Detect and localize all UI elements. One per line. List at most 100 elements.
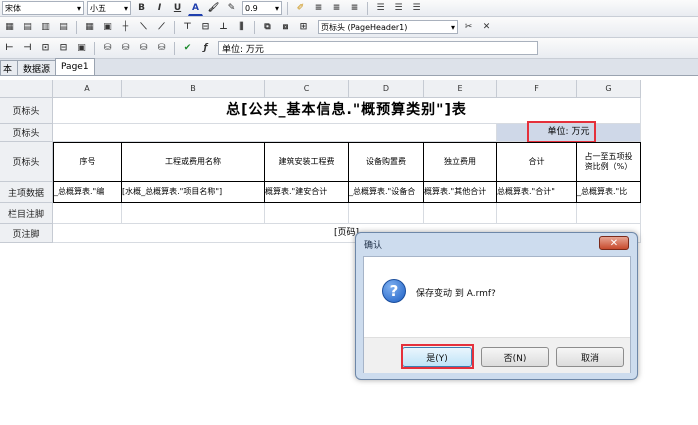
align-center-icon[interactable]: ≡ (329, 1, 344, 16)
data-cell-index[interactable]: _总概算表."编 (53, 182, 122, 203)
border-all-icon[interactable]: ▦ (82, 20, 97, 35)
diagonal-down-icon[interactable]: ⟍ (136, 20, 151, 35)
italic-button[interactable]: I (152, 1, 167, 16)
field-icon[interactable]: ⛁ (118, 41, 133, 56)
align-middle-icon[interactable]: ⊟ (198, 20, 213, 35)
chevron-down-icon: ▾ (76, 3, 81, 13)
header-cell-total[interactable]: 合计 (497, 142, 577, 182)
footer-cell[interactable] (265, 203, 349, 224)
align-bottom-icon[interactable]: ⊥ (216, 20, 231, 35)
font-size-select[interactable]: 小五 ▾ (87, 1, 131, 15)
confirm-dialog: 确认 ✕ ? 保存变动 到 A.rmf? 是(Y) 否(N) 取消 (355, 232, 638, 380)
tab-page1[interactable]: Page1 (55, 58, 95, 75)
align-right-icon[interactable]: ≡ (347, 1, 362, 16)
separator (76, 20, 77, 34)
merge-icon[interactable]: ⊡ (38, 41, 53, 56)
header-cell-independent[interactable]: 独立费用 (424, 142, 497, 182)
font-color-icon[interactable]: A (188, 1, 203, 16)
border-left-icon[interactable]: ▤ (20, 20, 35, 35)
section-select[interactable]: 页标头 (PageHeader1) ▾ (318, 20, 458, 34)
data-cell-independent[interactable]: 概算表."其他合计 (424, 182, 497, 203)
align-top-icon[interactable]: ⊤ (180, 20, 195, 35)
align-left-icon[interactable]: ≡ (311, 1, 326, 16)
chevron-down-icon: ▾ (274, 3, 279, 13)
send-back-icon[interactable]: ⧈ (278, 20, 293, 35)
row-label-page-header-3[interactable]: 页标头 (0, 142, 53, 182)
no-button[interactable]: 否(N) (481, 347, 549, 367)
valign-middle-icon[interactable]: ☰ (391, 1, 406, 16)
footer-cell[interactable] (53, 203, 122, 224)
footer-cell[interactable] (577, 203, 641, 224)
valign-bottom-icon[interactable]: ☰ (409, 1, 424, 16)
blank-cell[interactable] (53, 124, 497, 142)
header-cell-project-name[interactable]: 工程或费用名称 (122, 142, 265, 182)
border-right-icon[interactable]: ▤ (56, 20, 71, 35)
column-header-b[interactable]: B (122, 80, 265, 98)
row-label-column-footer[interactable]: 栏目注脚 (0, 203, 53, 224)
format-icon[interactable]: ▣ (74, 41, 89, 56)
fill-color-icon[interactable]: 🖌 (206, 1, 221, 16)
header-cell-index[interactable]: 序号 (53, 142, 122, 182)
footer-cell[interactable] (122, 203, 265, 224)
highlight-pen-icon[interactable]: ✐ (293, 1, 308, 16)
data-cell-construction[interactable]: 概算表."建安合计 (265, 182, 349, 203)
database-icon[interactable]: ⛁ (100, 41, 115, 56)
border-box-icon[interactable]: ▣ (100, 20, 115, 35)
bring-front-icon[interactable]: ⧉ (260, 20, 275, 35)
line-color-icon[interactable]: ✎ (224, 1, 239, 16)
distribute-icon[interactable]: ⫼ (234, 20, 249, 35)
cut-icon[interactable]: ✂ (461, 20, 476, 35)
footer-cell[interactable] (424, 203, 497, 224)
column-header-f[interactable]: F (497, 80, 577, 98)
close-button[interactable]: ✕ (599, 236, 629, 250)
close-icon[interactable]: ✕ (479, 20, 494, 35)
header-cell-ratio[interactable]: 占一至五项投资比例（%） (577, 142, 641, 182)
data-cell-equipment[interactable]: _总概算表."设备合 (349, 182, 424, 203)
insert-row-icon[interactable]: ⊢ (2, 41, 17, 56)
header-cell-equipment[interactable]: 设备购置费 (349, 142, 424, 182)
cancel-button[interactable]: 取消 (556, 347, 624, 367)
data-cell-ratio[interactable]: _总概算表."比 (577, 182, 641, 203)
header-cell-construction[interactable]: 建筑安装工程费 (265, 142, 349, 182)
footer-cell[interactable] (349, 203, 424, 224)
row-label-page-header-2[interactable]: 页标头 (0, 124, 53, 142)
column-header-g[interactable]: G (577, 80, 641, 98)
column-header-a[interactable]: A (53, 80, 122, 98)
row-label-page-footer[interactable]: 页注脚 (0, 224, 53, 243)
table-icon[interactable]: ⛁ (136, 41, 151, 56)
split-icon[interactable]: ⊟ (56, 41, 71, 56)
tab-report[interactable]: 本 (0, 60, 19, 75)
sheet-tabs: 本 数据源 Page1 (0, 58, 698, 76)
data-cell-project-name[interactable]: [水概_总概算表."项目名称"] (122, 182, 265, 203)
chart-icon[interactable]: ⛁ (154, 41, 169, 56)
insert-col-icon[interactable]: ⊣ (20, 41, 35, 56)
column-header-e[interactable]: E (424, 80, 497, 98)
column-header-d[interactable]: D (349, 80, 424, 98)
function-icon[interactable]: ƒ (198, 41, 213, 56)
format-toolbar: 宋体 ▾ 小五 ▾ B I U A 🖌 ✎ 0.9 ▾ ✐ ≡ ≡ ≡ ☰ ☰ ☰ (0, 0, 698, 17)
underline-button[interactable]: U (170, 1, 185, 16)
group-icon[interactable]: ⊞ (296, 20, 311, 35)
font-name-select[interactable]: 宋体 ▾ (2, 1, 84, 15)
footer-cell[interactable] (497, 203, 577, 224)
separator (174, 41, 175, 55)
valign-top-icon[interactable]: ☰ (373, 1, 388, 16)
border-inner-icon[interactable]: ▥ (38, 20, 53, 35)
formula-input[interactable]: 单位: 万元 (218, 41, 538, 55)
chevron-down-icon: ▾ (450, 22, 455, 32)
diagonal-up-icon[interactable]: ⟋ (154, 20, 169, 35)
highlight-box (527, 121, 596, 143)
data-cell-total[interactable]: 总概算表."合计" (497, 182, 577, 203)
separator (94, 41, 95, 55)
line-width-select[interactable]: 0.9 ▾ (242, 1, 282, 15)
tab-datasource[interactable]: 数据源 (17, 60, 57, 75)
grid-icon[interactable]: ▦ (2, 20, 17, 35)
confirm-icon[interactable]: ✔ (180, 41, 195, 56)
bold-button[interactable]: B (134, 1, 149, 16)
column-header-c[interactable]: C (265, 80, 349, 98)
border-cross-icon[interactable]: ┼ (118, 20, 133, 35)
row-label-main-data[interactable]: 主项数据 (0, 182, 53, 203)
report-title: 总[公共_基本信息."概预算类别"]表 (226, 102, 467, 119)
row-label-page-header-1[interactable]: 页标头 (0, 98, 53, 124)
section-select-value: 页标头 (PageHeader1) (321, 22, 408, 32)
